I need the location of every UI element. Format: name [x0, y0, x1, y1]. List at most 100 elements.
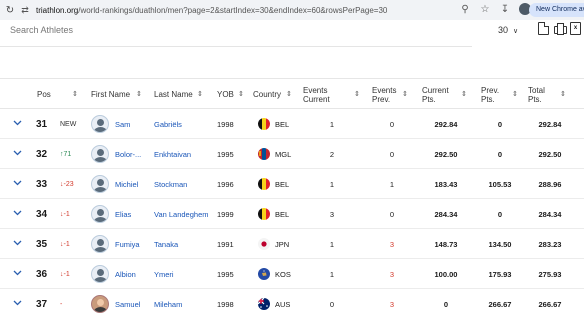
- header-pos[interactable]: Pos: [37, 79, 67, 110]
- last-name-link[interactable]: Ymeri: [154, 259, 174, 289]
- position-cell: 34: [36, 208, 48, 220]
- last-name-link[interactable]: Enkhtaivan: [154, 139, 191, 169]
- table-header: Pos ⇕ First Name ⇕ Last Name ⇕ YOB ⇕ Cou…: [0, 78, 584, 109]
- header-current-pts[interactable]: Current Pts.: [422, 79, 452, 110]
- prev-pts-cell: 105.53: [488, 179, 512, 189]
- country-flag-icon: [258, 268, 270, 280]
- events-current-cell: 2: [329, 149, 335, 159]
- events-prev-cell: 3: [389, 239, 395, 249]
- reload-icon[interactable]: ↻: [2, 5, 18, 16]
- expand-chevron-icon[interactable]: [13, 179, 22, 187]
- sort-icon[interactable]: ⇕: [136, 90, 142, 98]
- position-cell: 33: [36, 178, 48, 190]
- prev-pts-cell: 0: [497, 119, 503, 129]
- rankings-table: Pos ⇕ First Name ⇕ Last Name ⇕ YOB ⇕ Cou…: [0, 78, 584, 315]
- sort-icon[interactable]: ⇕: [238, 90, 244, 98]
- total-pts-cell: 292.84: [538, 119, 562, 129]
- expand-chevron-icon[interactable]: [13, 299, 22, 307]
- header-events-current[interactable]: Events Current: [303, 79, 337, 110]
- expand-chevron-icon[interactable]: [13, 209, 22, 217]
- athlete-avatar[interactable]: [91, 205, 109, 223]
- last-name-link[interactable]: Gabriëls: [154, 109, 182, 139]
- current-pts-cell: 292.50: [434, 149, 458, 159]
- sort-icon[interactable]: ⇕: [560, 90, 566, 98]
- expand-chevron-icon[interactable]: [13, 239, 22, 247]
- last-name-link[interactable]: Mileham: [154, 289, 182, 315]
- chevron-down-icon: ∨: [513, 28, 519, 35]
- total-pts-cell: 275.93: [538, 269, 562, 279]
- sort-icon[interactable]: ⇕: [197, 90, 203, 98]
- header-yob[interactable]: YOB: [217, 79, 237, 110]
- rows-per-page-select[interactable]: 30 ∨: [498, 25, 518, 35]
- country-flag-icon: [258, 208, 270, 220]
- header-last-name[interactable]: Last Name: [154, 79, 194, 110]
- first-name-link[interactable]: Bolor-...: [115, 139, 141, 169]
- sort-icon[interactable]: ⇕: [461, 90, 467, 98]
- country-flag-icon: [258, 238, 270, 250]
- athlete-avatar[interactable]: [91, 115, 109, 133]
- new-chrome-available-button[interactable]: New Chrome avai: [529, 3, 584, 17]
- first-name-link[interactable]: Michiel: [115, 169, 138, 199]
- athlete-avatar[interactable]: [91, 235, 109, 253]
- prev-pts-cell: 134.50: [488, 239, 512, 249]
- sort-icon[interactable]: ⇕: [286, 90, 292, 98]
- first-name-link[interactable]: Sam: [115, 109, 130, 139]
- total-pts-cell: 266.67: [538, 299, 562, 309]
- last-name-link[interactable]: Tanaka: [154, 229, 178, 259]
- athlete-avatar[interactable]: [91, 265, 109, 283]
- table-row[interactable]: 34 ↓-1 Elias Van Landeghem 1999 BEL 3 0 284.34 0 2…: [0, 199, 584, 229]
- expand-chevron-icon[interactable]: [13, 269, 22, 277]
- table-row[interactable]: 32 ↑71 Bolor-... Enkhtaivan 1995 MGL 2 0 292.50 0…: [0, 139, 584, 169]
- athlete-avatar[interactable]: [91, 295, 109, 313]
- yob-cell: 1998: [217, 299, 234, 309]
- yob-cell: 1996: [217, 179, 234, 189]
- current-pts-cell: 183.43: [434, 179, 458, 189]
- table-row[interactable]: 33 ↓-23 Michiel Stockman 1996 BEL 1 1 183.43 105.…: [0, 169, 584, 199]
- table-row[interactable]: 31 NEW Sam Gabriëls 1998 BEL 1 0 292.84 0 292.84: [0, 109, 584, 139]
- table-row[interactable]: 35 ↓-1 Fumiya Tanaka 1991 JPN 1 3 148.73 134.50 28…: [0, 229, 584, 259]
- address-bar[interactable]: triathlon.org/world-rankings/duathlon/me…: [36, 6, 387, 15]
- rank-change-cell: ↓-1: [60, 240, 70, 248]
- header-prev-pts[interactable]: Prev. Pts.: [481, 79, 507, 110]
- site-settings-icon[interactable]: ⇄: [18, 5, 32, 16]
- first-name-link[interactable]: Samuel: [115, 289, 140, 315]
- search-athletes-input[interactable]: Search Athletes: [10, 25, 73, 35]
- last-name-link[interactable]: Van Landeghem: [154, 199, 209, 229]
- last-name-link[interactable]: Stockman: [154, 169, 187, 199]
- print-icon[interactable]: [554, 22, 567, 35]
- header-total-pts[interactable]: Total Pts.: [528, 79, 554, 110]
- export-excel-icon[interactable]: x: [570, 22, 581, 35]
- expand-chevron-icon[interactable]: [13, 119, 22, 127]
- country-code: MGL: [275, 149, 292, 159]
- expand-chevron-icon[interactable]: [13, 149, 22, 157]
- header-events-prev[interactable]: Events Prev.: [372, 79, 398, 110]
- browser-toolbar: ↻ ⇄ triathlon.org/world-rankings/duathlo…: [0, 0, 584, 20]
- table-row[interactable]: 36 ↓-1 Albion Ymeri 1995 KOS 1 3 100.00 175.93 275…: [0, 259, 584, 289]
- events-current-cell: 3: [329, 209, 335, 219]
- first-name-link[interactable]: Fumiya: [115, 229, 140, 259]
- first-name-link[interactable]: Albion: [115, 259, 136, 289]
- export-csv-icon[interactable]: [538, 22, 549, 35]
- events-current-cell: 0: [329, 299, 335, 309]
- first-name-link[interactable]: Elias: [115, 199, 131, 229]
- header-country[interactable]: Country: [253, 79, 283, 110]
- events-prev-cell: 1: [389, 179, 395, 189]
- yob-cell: 1998: [217, 119, 234, 129]
- position-cell: 32: [36, 148, 48, 160]
- sort-icon[interactable]: ⇕: [72, 90, 78, 98]
- download-icon[interactable]: ↧: [499, 4, 511, 15]
- country-code: JPN: [275, 239, 290, 249]
- current-pts-cell: 284.34: [434, 209, 458, 219]
- country-code: AUS: [275, 299, 291, 309]
- table-row[interactable]: 37 - Samuel Mileham 1998 AUS 0 3 0 266.67 266.67: [0, 289, 584, 315]
- sort-icon[interactable]: ⇕: [512, 90, 518, 98]
- athlete-avatar[interactable]: [91, 175, 109, 193]
- sort-icon[interactable]: ⇕: [354, 90, 360, 98]
- athlete-avatar[interactable]: [91, 145, 109, 163]
- sort-icon[interactable]: ⇕: [402, 90, 408, 98]
- bookmark-star-icon[interactable]: ☆: [479, 4, 491, 15]
- header-first-name[interactable]: First Name: [91, 79, 131, 110]
- total-pts-cell: 292.50: [538, 149, 562, 159]
- zoom-icon[interactable]: ⚲: [459, 4, 471, 15]
- country-code: BEL: [275, 209, 290, 219]
